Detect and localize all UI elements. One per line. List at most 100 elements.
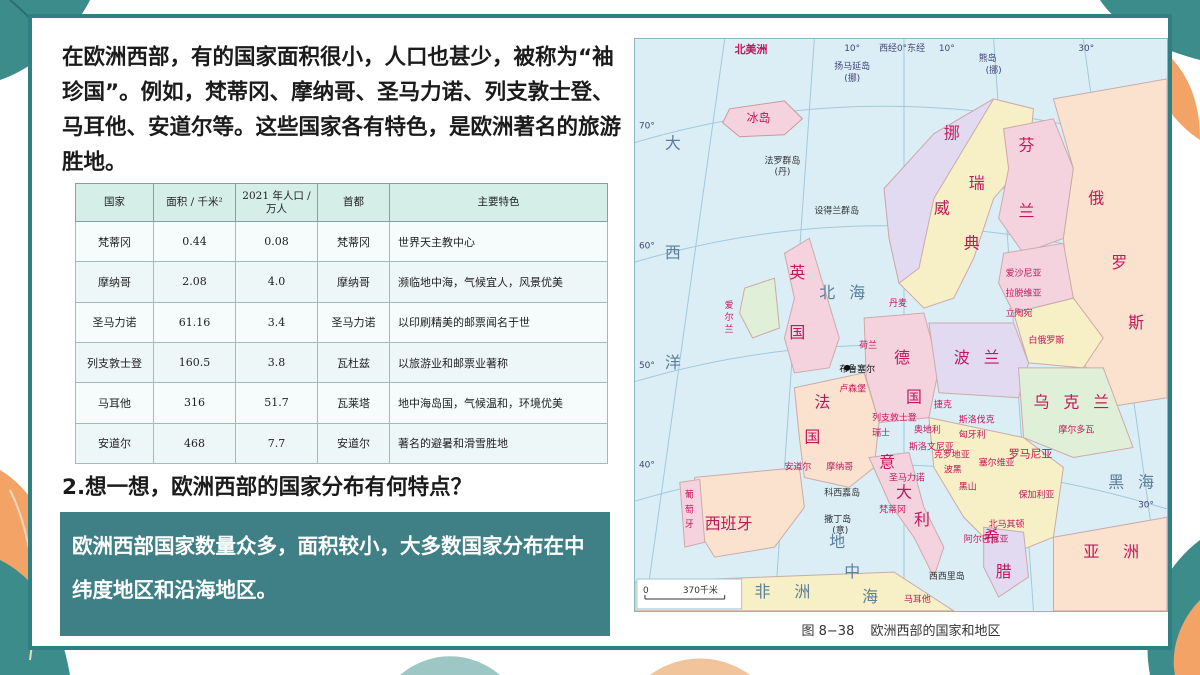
label-germany-1: 德 (894, 348, 910, 367)
cell-area: 2.08 (153, 261, 236, 303)
header-population: 2021 年人口 / 万人 (235, 183, 318, 222)
question-heading: 2.想一想，欧洲西部的国家分布有何特点？ (62, 475, 473, 500)
table-row: 安道尔 468 7.7 安道尔 著名的避暑和滑雪胜地 (75, 422, 608, 465)
label-netherlands: 荷兰 (859, 339, 877, 351)
label-malta: 马耳他 (904, 593, 931, 605)
cell-country: 圣马力诺 (75, 301, 154, 343)
label-sardinia-owner: (意) (832, 524, 848, 536)
label-bear-island-owner: (挪) (986, 64, 1002, 76)
label-atlantic-3: 洋 (665, 353, 681, 372)
label-portugal-1: 葡 (685, 488, 694, 500)
cell-feature: 著名的避暑和滑雪胜地 (389, 422, 608, 465)
label-sweden-1: 瑞 (969, 174, 985, 193)
cell-population: 0.08 (235, 220, 318, 263)
label-atlantic-1: 大 (665, 134, 681, 153)
label-north-america: 北美洲 (735, 42, 768, 56)
label-czech: 捷克 (934, 399, 952, 411)
label-liechtenstein: 列支敦士登 (872, 412, 917, 424)
label-germany-2: 国 (906, 388, 922, 407)
caption-title: 欧洲西部的国家和地区 (870, 624, 1001, 639)
label-finland-2: 兰 (1019, 201, 1035, 220)
cell-country: 梵蒂冈 (75, 220, 154, 263)
cell-area: 0.44 (153, 220, 236, 263)
poland-shape (928, 322, 1030, 399)
table-row: 摩纳哥 2.08 4.0 摩纳哥 濒临地中海，气候宜人，风景优美 (75, 261, 608, 303)
table-row: 梵蒂冈 0.44 0.08 梵蒂冈 世界天主教中心 (75, 220, 608, 263)
header-area: 面积 / 千米² (153, 183, 236, 222)
answer-box: 欧洲西部国家数量众多，面积较小，大多数国家分布在中纬度地区和沿海地区。 (60, 512, 610, 636)
cell-capital: 摩纳哥 (317, 261, 390, 303)
label-lon-30e: 30° (1078, 44, 1094, 54)
label-ireland-3: 兰 (725, 323, 734, 335)
cell-capital: 圣马力诺 (317, 301, 390, 343)
cell-country: 马耳他 (75, 382, 154, 424)
label-slovakia: 斯洛伐克 (959, 414, 995, 426)
label-bear-island: 熊岛 (979, 52, 997, 64)
label-poland-1: 波 (954, 348, 970, 367)
label-jan-mayen: 扬马延岛 (834, 60, 870, 72)
scale-label: 370千米 (683, 584, 718, 596)
europe-map: 北美洲 10° 西经0°东经 10° 熊岛 (挪) 扬马延岛 (挪) 30° 7… (634, 38, 1168, 612)
label-asia-2: 洲 (1123, 542, 1139, 561)
label-portugal-2: 萄 (685, 503, 694, 515)
label-bosnia: 波黑 (944, 463, 962, 475)
label-lon-10e: 10° (939, 44, 955, 54)
label-moldova: 摩尔多瓦 (1058, 424, 1094, 436)
table-row: 圣马力诺 61.16 3.4 圣马力诺 以印刷精美的邮票闻名于世 (75, 301, 608, 343)
caption-number: 图 8−38 (801, 624, 855, 639)
cell-feature: 濒临地中海，气候宜人，风景优美 (389, 261, 608, 303)
label-estonia: 爱沙尼亚 (1006, 268, 1042, 279)
cell-population: 51.7 (235, 382, 318, 424)
label-russia-2: 罗 (1111, 253, 1127, 272)
label-black-sea-1: 黑 (1108, 472, 1124, 491)
cell-population: 4.0 (235, 261, 318, 303)
table-header-row: 国家 面积 / 千米² 2021 年人口 / 万人 首都 主要特色 (75, 183, 608, 222)
label-uk-2: 国 (789, 323, 805, 342)
label-lat-60: 60° (639, 241, 655, 251)
label-sardinia: 撒丁岛 (824, 513, 851, 525)
label-ireland-1: 爱 (725, 300, 734, 311)
label-sicily: 西西里岛 (929, 570, 965, 582)
cell-feature: 以印刷精美的邮票闻名于世 (389, 301, 608, 343)
cell-population: 3.8 (235, 341, 318, 384)
label-denmark: 丹麦 (889, 297, 907, 309)
label-jan-mayen-owner: (挪) (844, 72, 860, 84)
label-lat-30: 30° (1138, 500, 1154, 510)
label-iceland: 冰岛 (747, 110, 771, 125)
label-italy-1: 意 (879, 452, 895, 471)
label-lat-50: 50° (639, 361, 655, 371)
label-north-sea-1: 北 (819, 283, 835, 302)
header-feature: 主要特色 (389, 183, 608, 222)
label-shetland: 设得兰群岛 (814, 204, 859, 216)
scale-bar: 0 370千米 (636, 578, 743, 610)
header-country: 国家 (75, 183, 154, 222)
cell-country: 摩纳哥 (75, 261, 154, 303)
label-black-sea-2: 海 (1138, 472, 1154, 491)
label-vatican: 梵蒂冈 (879, 503, 906, 515)
label-austria: 奥地利 (914, 424, 941, 436)
cell-area: 316 (153, 382, 236, 424)
label-romania: 罗马尼亚 (1009, 448, 1053, 461)
cell-capital: 梵蒂冈 (317, 220, 390, 263)
cell-feature: 地中海岛国，气候温和，环境优美 (389, 382, 608, 424)
cell-country: 安道尔 (75, 422, 154, 465)
cell-area: 61.16 (153, 301, 236, 343)
label-hungary: 匈牙利 (959, 429, 986, 441)
label-france-1: 法 (814, 393, 830, 412)
label-russia-3: 斯 (1128, 313, 1144, 332)
cell-capital: 瓦杜兹 (317, 341, 390, 384)
germany-shape (863, 312, 940, 424)
label-lat-70: 70° (639, 122, 655, 132)
cell-area: 468 (153, 422, 236, 465)
label-lithuania: 立陶宛 (1006, 307, 1033, 319)
header-capital: 首都 (317, 183, 390, 222)
label-spain: 西班牙 (705, 514, 753, 533)
label-italy-2: 大 (896, 482, 912, 501)
label-faroe: 法罗群岛 (765, 155, 801, 167)
label-montenegro: 黑山 (959, 481, 977, 492)
label-sweden-2: 典 (964, 233, 980, 252)
cell-area: 160.5 (153, 341, 236, 384)
label-med-3: 海 (862, 587, 878, 606)
label-greece-2: 腊 (996, 562, 1012, 581)
label-lat-40: 40° (639, 460, 655, 470)
